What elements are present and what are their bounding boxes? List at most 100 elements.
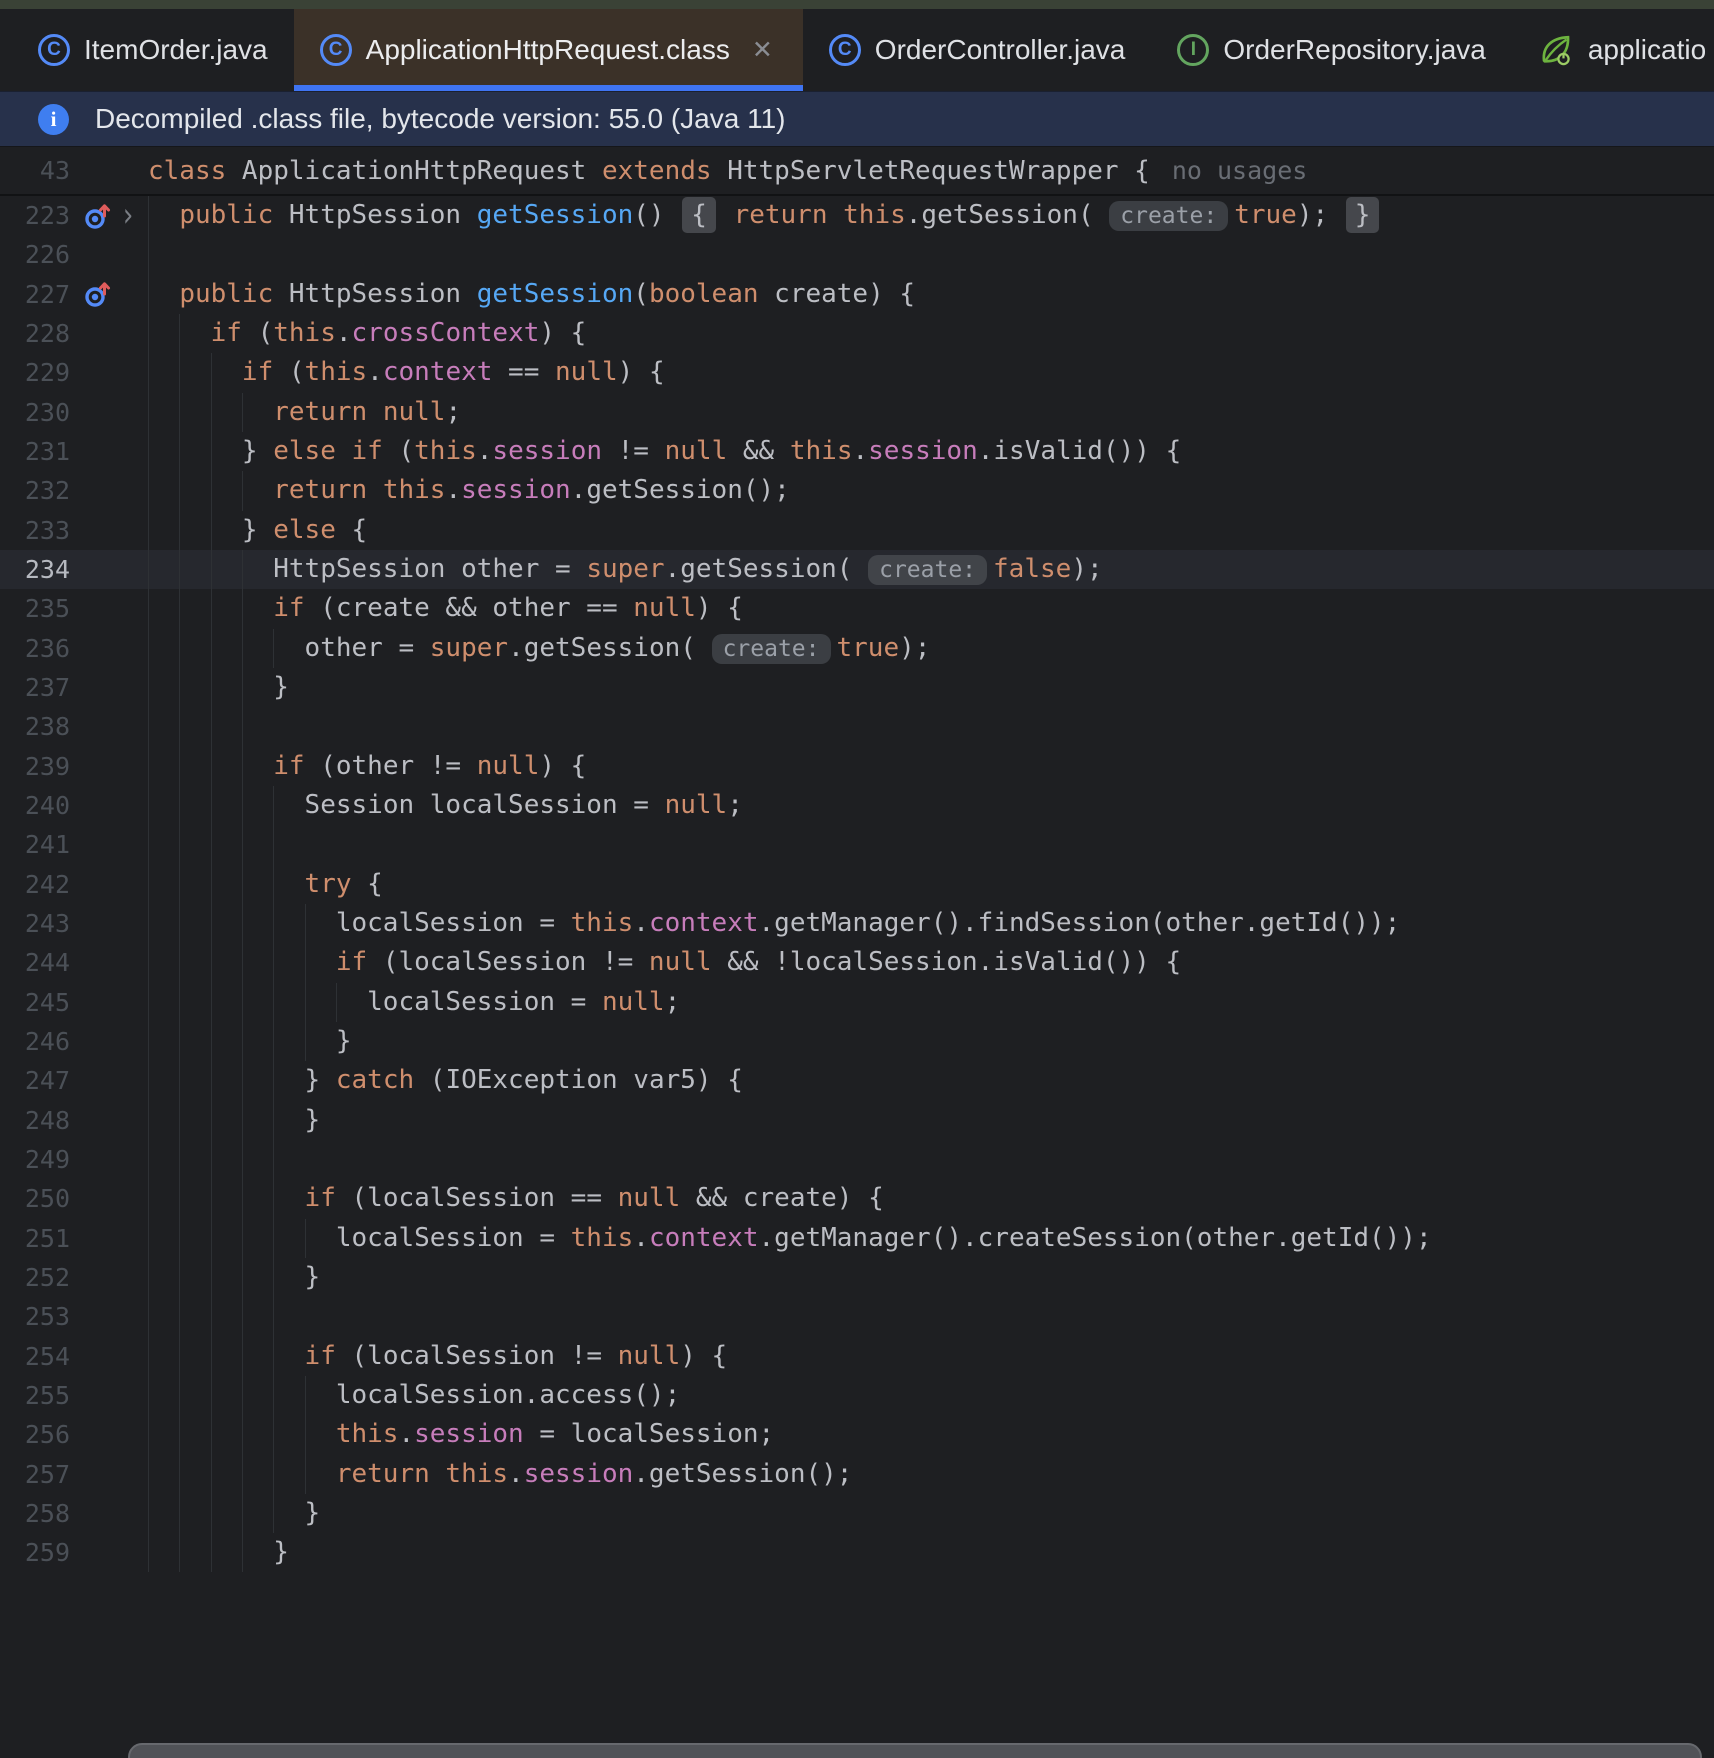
code-line[interactable]: 243 localSession = this.context.getManag…	[0, 903, 1714, 944]
code-text[interactable]: try {	[148, 864, 1714, 904]
line-number[interactable]: 231	[0, 437, 70, 466]
code-text[interactable]: if (other != null) {	[148, 746, 1714, 786]
line-number[interactable]: 234	[0, 555, 70, 584]
line-number[interactable]: 253	[0, 1302, 70, 1331]
code-line[interactable]: 255 localSession.access();	[0, 1375, 1714, 1416]
line-number[interactable]: 227	[0, 280, 70, 309]
code-text[interactable]: if (create && other == null) {	[148, 589, 1714, 629]
code-text[interactable]: }	[148, 1533, 1714, 1573]
line-number[interactable]: 249	[0, 1145, 70, 1174]
code-line[interactable]: 235 if (create && other == null) {	[0, 589, 1714, 629]
code-line[interactable]: 242 try {	[0, 864, 1714, 904]
code-line[interactable]: 223 › public HttpSession getSession() { r…	[0, 196, 1714, 236]
code-line[interactable]: 252 }	[0, 1257, 1714, 1298]
code-line[interactable]: 254 if (localSession != null) {	[0, 1336, 1714, 1376]
line-number[interactable]: 259	[0, 1538, 70, 1567]
code-text[interactable]: if (this.crossContext) {	[148, 313, 1714, 354]
line-number[interactable]: 257	[0, 1460, 70, 1489]
code-line[interactable]: 227 public HttpSession getSession(boolea…	[0, 274, 1714, 314]
override-gutter-icon[interactable]	[83, 278, 113, 310]
code-line[interactable]: 245 localSession = null;	[0, 982, 1714, 1022]
code-text[interactable]: other = super.getSession( create: true);	[148, 628, 1714, 668]
folded-region-brace[interactable]: {	[682, 197, 716, 233]
line-number[interactable]: 237	[0, 673, 70, 702]
code-line[interactable]: 230 return null;	[0, 392, 1714, 432]
line-number[interactable]: 235	[0, 594, 70, 623]
line-number[interactable]: 258	[0, 1499, 70, 1528]
code-text[interactable]: localSession = null;	[148, 982, 1714, 1022]
code-text[interactable]: if (localSession == null && create) {	[148, 1179, 1714, 1219]
line-number[interactable]: 251	[0, 1224, 70, 1253]
line-number[interactable]: 241	[0, 830, 70, 859]
line-number[interactable]: 250	[0, 1184, 70, 1213]
line-number[interactable]: 229	[0, 358, 70, 387]
line-number[interactable]: 242	[0, 870, 70, 899]
code-line[interactable]: 259 }	[0, 1533, 1714, 1573]
code-line[interactable]: 258 }	[0, 1493, 1714, 1534]
code-text[interactable]: }	[148, 1493, 1714, 1534]
code-text[interactable]: class ApplicationHttpRequest extends Htt…	[148, 147, 1714, 194]
line-number[interactable]: 236	[0, 634, 70, 663]
editor-tab[interactable]: applicatio	[1512, 9, 1714, 91]
code-text[interactable]: if (localSession != null) {	[148, 1336, 1714, 1376]
code-line[interactable]: 257 return this.session.getSession();	[0, 1454, 1714, 1494]
code-text[interactable]: } else if (this.session != null && this.…	[148, 431, 1714, 472]
code-text[interactable]: if (localSession != null && !localSessio…	[148, 943, 1714, 983]
code-text[interactable]: Session localSession = null;	[148, 785, 1714, 826]
code-text[interactable]: this.session = localSession;	[148, 1415, 1714, 1455]
code-line[interactable]: 236 other = super.getSession( create: tru…	[0, 628, 1714, 668]
line-number[interactable]: 244	[0, 948, 70, 977]
code-line[interactable]: 228 if (this.crossContext) {	[0, 313, 1714, 354]
sticky-class-line[interactable]: 43 class ApplicationHttpRequest extends H…	[0, 147, 1714, 196]
code-text[interactable]: return this.session.getSession();	[148, 471, 1714, 511]
line-number[interactable]: 256	[0, 1420, 70, 1449]
code-line[interactable]: 244 if (localSession != null && !localSe…	[0, 943, 1714, 983]
line-number[interactable]: 245	[0, 988, 70, 1017]
folded-region-brace[interactable]: }	[1345, 197, 1380, 233]
code-line[interactable]: 246 }	[0, 1021, 1714, 1062]
line-number[interactable]: 247	[0, 1066, 70, 1095]
line-number[interactable]: 246	[0, 1027, 70, 1056]
usages-hint[interactable]: no usages	[1172, 156, 1307, 185]
code-line[interactable]: 237 }	[0, 667, 1714, 708]
code-text[interactable]: localSession = this.context.getManager()…	[148, 1218, 1714, 1258]
code-text[interactable]	[148, 1139, 1714, 1180]
code-line[interactable]: 239 if (other != null) {	[0, 746, 1714, 786]
line-number[interactable]: 239	[0, 752, 70, 781]
code-text[interactable]: localSession = this.context.getManager()…	[148, 903, 1714, 944]
code-line[interactable]: 231 } else if (this.session != null && t…	[0, 431, 1714, 472]
line-number[interactable]: 255	[0, 1381, 70, 1410]
editor-tab[interactable]: I OrderRepository.java	[1151, 9, 1511, 91]
code-text[interactable]: return this.session.getSession();	[148, 1454, 1714, 1494]
code-line[interactable]: 240 Session localSession = null;	[0, 785, 1714, 826]
line-number[interactable]: 240	[0, 791, 70, 820]
line-number[interactable]: 230	[0, 398, 70, 427]
editor-tab[interactable]: C ItemOrder.java	[12, 9, 294, 91]
code-text[interactable]: return null;	[148, 392, 1714, 432]
code-line[interactable]: 238	[0, 707, 1714, 747]
code-line[interactable]: 233 } else {	[0, 510, 1714, 550]
code-text[interactable]	[148, 1297, 1714, 1337]
line-number[interactable]: 226	[0, 240, 70, 269]
line-number[interactable]: 252	[0, 1263, 70, 1292]
code-line[interactable]: 249	[0, 1139, 1714, 1180]
code-text[interactable]: if (this.context == null) {	[148, 353, 1714, 393]
line-number[interactable]: 223	[0, 201, 70, 230]
code-line[interactable]: 229 if (this.context == null) {	[0, 353, 1714, 393]
code-text[interactable]: localSession.access();	[148, 1375, 1714, 1416]
code-line[interactable]: 247 } catch (IOException var5) {	[0, 1061, 1714, 1101]
line-number[interactable]: 254	[0, 1342, 70, 1371]
line-number[interactable]: 232	[0, 476, 70, 505]
horizontal-scrollbar[interactable]	[128, 1743, 1702, 1758]
code-line[interactable]: 250 if (localSession == null && create) …	[0, 1179, 1714, 1219]
code-text[interactable]: HttpSession other = super.getSession( cr…	[148, 549, 1714, 590]
fold-chevron-icon[interactable]: ›	[120, 199, 136, 232]
code-text[interactable]: }	[148, 667, 1714, 708]
line-number[interactable]: 243	[0, 909, 70, 938]
editor-tab[interactable]: C ApplicationHttpRequest.class ✕	[293, 9, 803, 91]
line-number[interactable]: 248	[0, 1106, 70, 1135]
code-line[interactable]: 256 this.session = localSession;	[0, 1415, 1714, 1455]
code-line[interactable]: 232 return this.session.getSession();	[0, 471, 1714, 511]
code-text[interactable]	[148, 235, 1714, 275]
line-number[interactable]: 43	[0, 156, 70, 185]
